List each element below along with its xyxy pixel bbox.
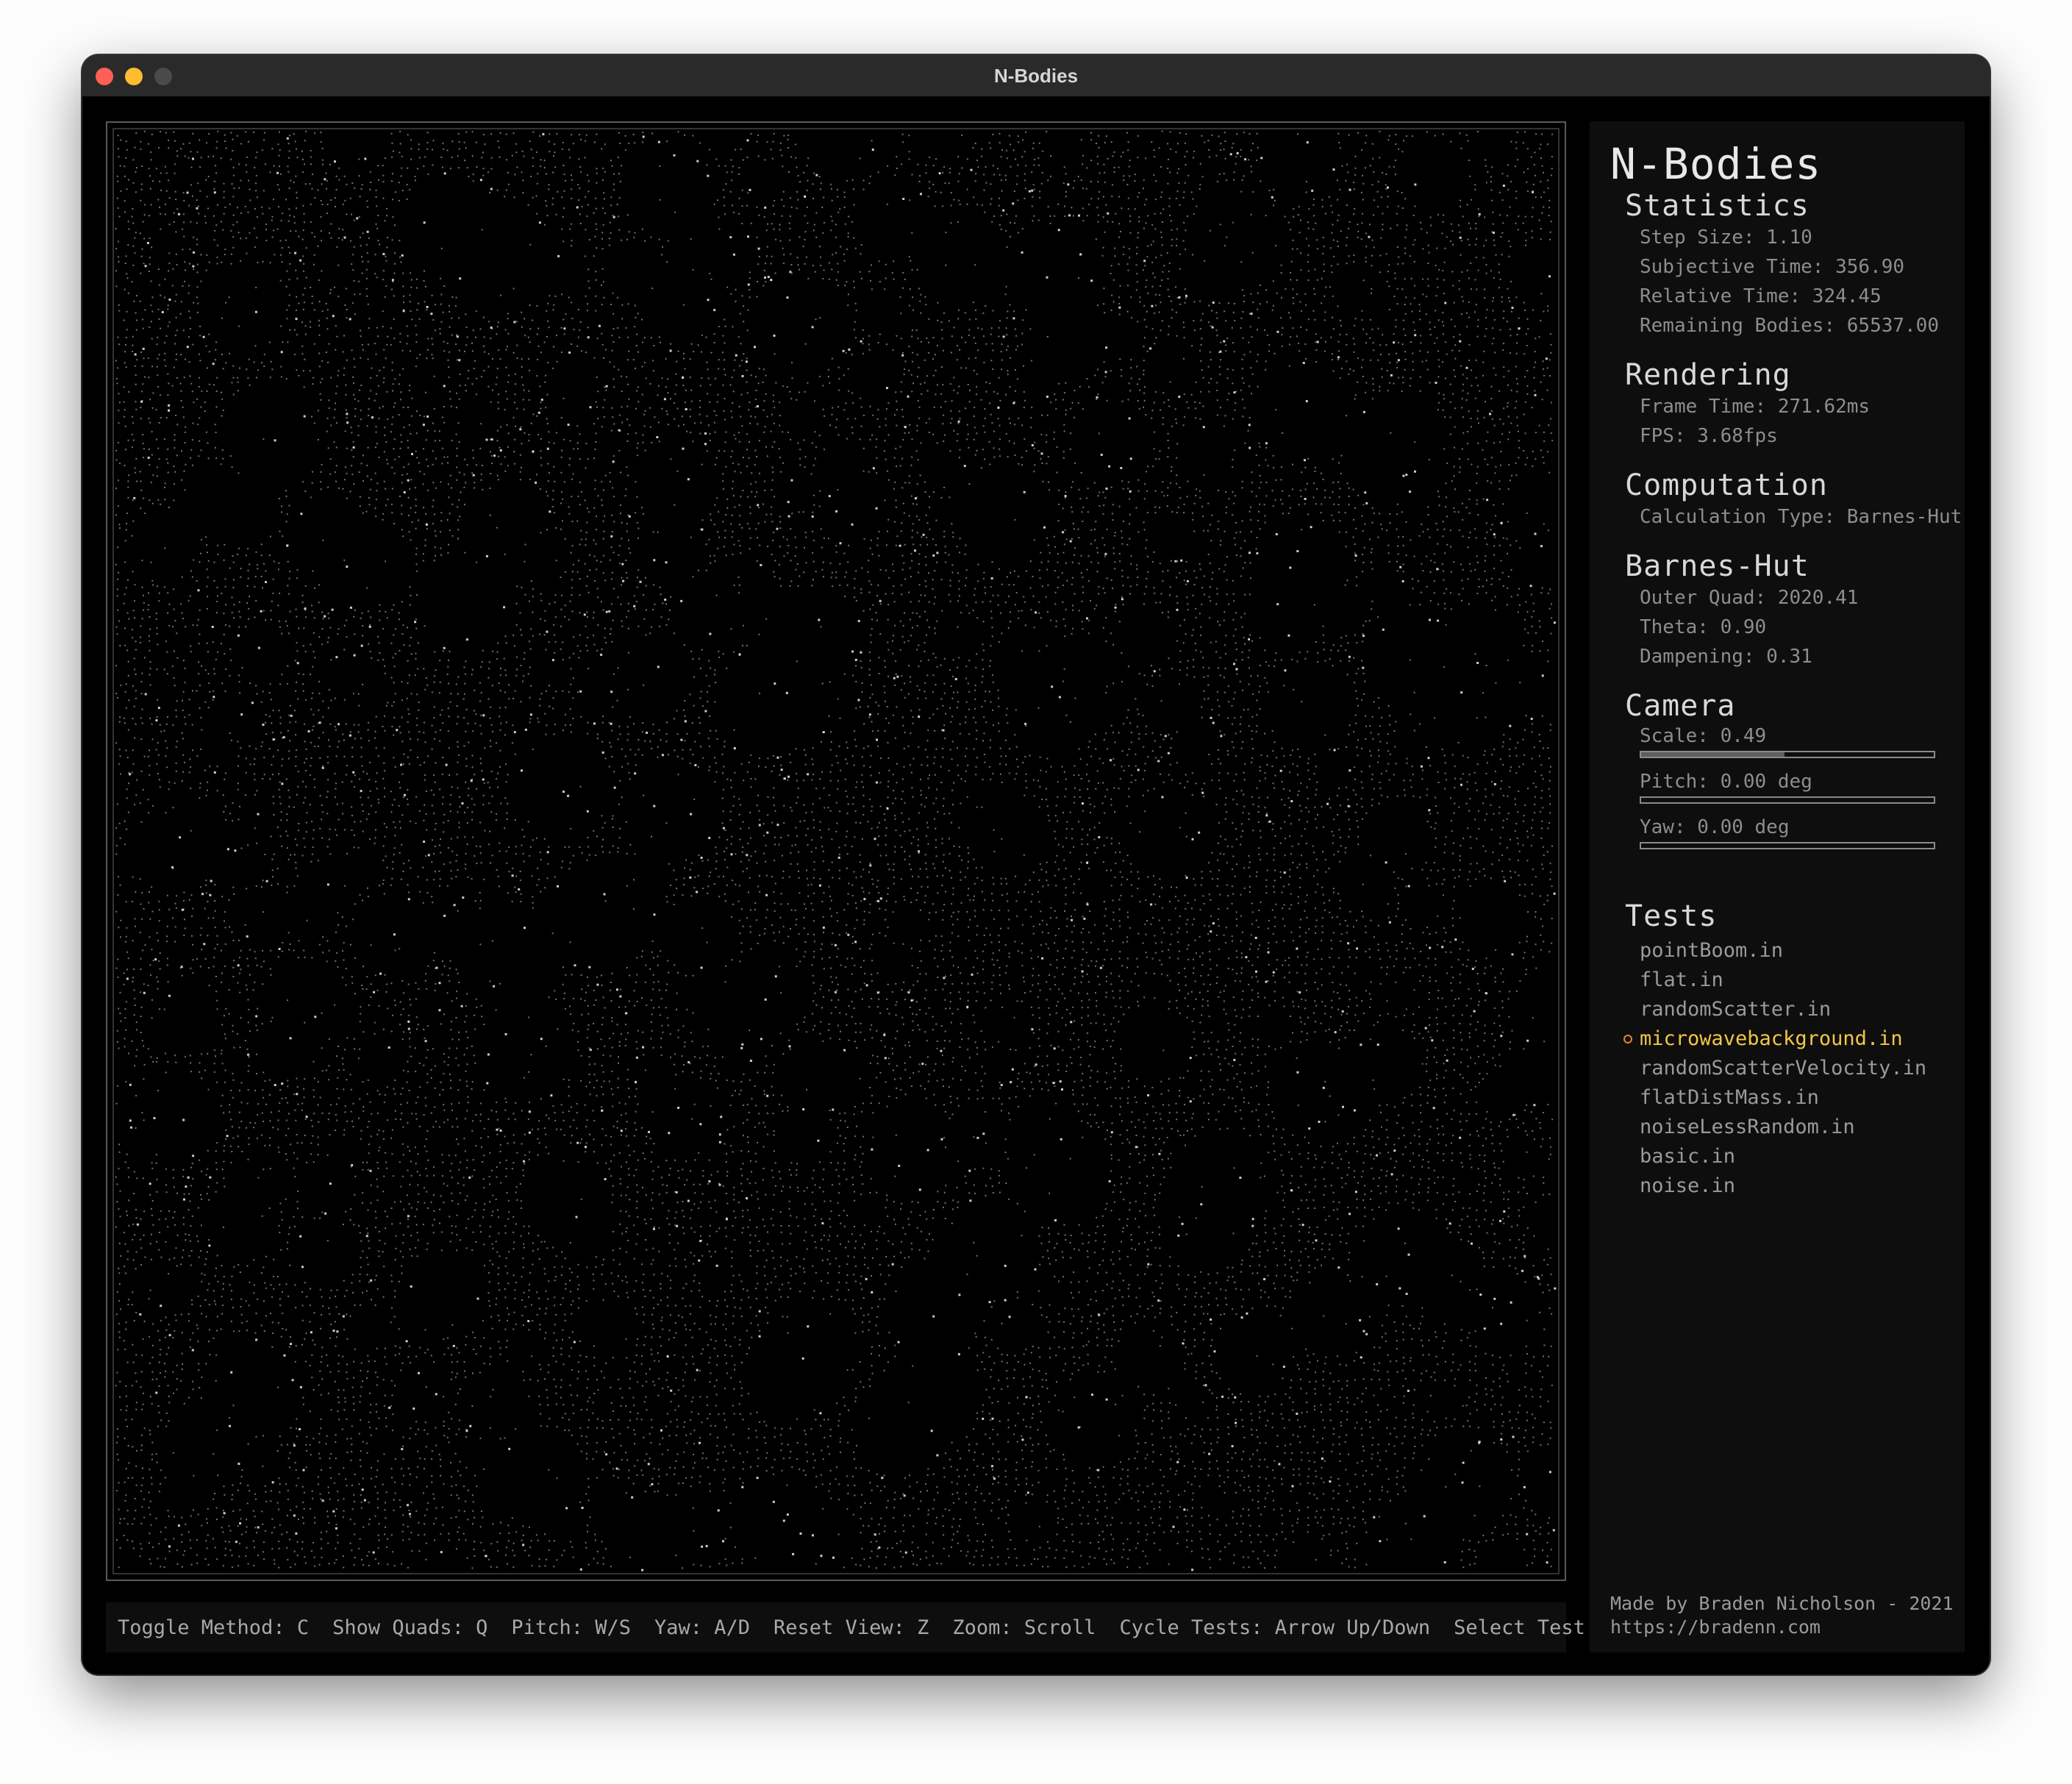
outer-quad-stat: Outer Quad: 2020.41 bbox=[1640, 587, 1859, 609]
frame-time-stat: Frame Time: 271.62ms bbox=[1640, 396, 1871, 418]
selected-marker-icon bbox=[1623, 1035, 1632, 1043]
scale-slider[interactable] bbox=[1640, 751, 1935, 758]
particle-field bbox=[112, 128, 1560, 1574]
rendering-heading: Rendering bbox=[1625, 358, 1791, 392]
camera-heading: Camera bbox=[1625, 689, 1736, 723]
dampening-stat: Dampening: 0.31 bbox=[1640, 646, 1812, 668]
calculation-type-stat: Calculation Type: Barnes-Hut bbox=[1640, 506, 1962, 528]
hotkey-reset-view: Reset View: Z bbox=[774, 1616, 929, 1639]
remaining-bodies-stat: Remaining Bodies: 65537.00 bbox=[1640, 315, 1939, 337]
bright-particles bbox=[126, 133, 1557, 1571]
title-bar[interactable]: N-Bodies bbox=[82, 55, 1990, 96]
hotkey-yaw: Yaw: A/D bbox=[654, 1616, 751, 1639]
test-item[interactable]: randomScatter.in bbox=[1640, 995, 1948, 1024]
hotkey-toggle-method: Toggle Method: C bbox=[118, 1616, 310, 1639]
step-size-stat: Step Size: 1.10 bbox=[1640, 226, 1812, 249]
subjective-time-stat: Subjective Time: 356.90 bbox=[1640, 256, 1905, 278]
credits-author: Made by Braden Nicholson - 2021 bbox=[1610, 1593, 1954, 1614]
app-window: N-Bodies Toggle Method: C Show Quads: Q … bbox=[82, 55, 1990, 1674]
scale-label: Scale: 0.49 bbox=[1640, 725, 1767, 747]
pitch-slider[interactable] bbox=[1640, 796, 1935, 804]
barnes-hut-heading: Barnes-Hut bbox=[1625, 549, 1810, 583]
hotkey-cycle-tests: Cycle Tests: Arrow Up/Down bbox=[1119, 1616, 1431, 1639]
test-item[interactable]: flatDistMass.in bbox=[1640, 1083, 1948, 1113]
yaw-label: Yaw: 0.00 deg bbox=[1640, 816, 1790, 838]
barnes-hut-section: Barnes-Hut Outer Quad: 2020.41 Theta: 0.… bbox=[1625, 549, 1948, 671]
scale-slider-group: Scale: 0.49 bbox=[1640, 723, 1948, 758]
scale-slider-fill bbox=[1641, 752, 1785, 757]
yaw-slider-group: Yaw: 0.00 deg bbox=[1640, 814, 1948, 849]
test-item[interactable]: pointBoom.in bbox=[1640, 936, 1948, 966]
hotkey-pitch: Pitch: W/S bbox=[511, 1616, 631, 1639]
side-panel: N-Bodies Statistics Step Size: 1.10 Subj… bbox=[1590, 121, 1965, 1652]
computation-heading: Computation bbox=[1625, 468, 1828, 502]
test-item[interactable]: randomScatterVelocity.in bbox=[1640, 1054, 1948, 1083]
test-item-selected[interactable]: microwavebackground.in bbox=[1623, 1024, 1948, 1054]
tests-section: Tests pointBoom.in flat.in randomScatter… bbox=[1623, 899, 1948, 1201]
particles bbox=[115, 130, 1554, 1569]
test-item[interactable]: noiseLessRandom.in bbox=[1640, 1113, 1948, 1142]
pitch-slider-group: Pitch: 0.00 deg bbox=[1640, 768, 1948, 804]
hotkey-zoom: Zoom: Scroll bbox=[952, 1616, 1096, 1639]
statistics-section: Statistics Step Size: 1.10 Subjective Ti… bbox=[1625, 189, 1948, 340]
pitch-label: Pitch: 0.00 deg bbox=[1640, 771, 1812, 793]
yaw-slider[interactable] bbox=[1640, 842, 1935, 849]
computation-section: Computation Calculation Type: Barnes-Hut bbox=[1625, 468, 1962, 532]
theta-stat: Theta: 0.90 bbox=[1640, 616, 1767, 638]
window-title: N-Bodies bbox=[993, 65, 1079, 87]
outer-quad-boundary bbox=[112, 128, 1560, 1574]
fps-stat: FPS: 3.68fps bbox=[1640, 425, 1778, 447]
test-item[interactable]: noise.in bbox=[1640, 1171, 1948, 1201]
hotkey-bar: Toggle Method: C Show Quads: Q Pitch: W/… bbox=[106, 1602, 1669, 1652]
test-item[interactable]: basic.in bbox=[1640, 1142, 1948, 1171]
hotkey-show-quads: Show Quads: Q bbox=[332, 1616, 488, 1639]
credits: Made by Braden Nicholson - 2021 https://… bbox=[1610, 1592, 1954, 1639]
credits-link[interactable]: https://bradenn.com bbox=[1610, 1616, 1954, 1639]
tests-list: pointBoom.in flat.in randomScatter.in mi… bbox=[1623, 936, 1948, 1201]
simulation-viewport[interactable] bbox=[106, 121, 1566, 1581]
camera-section: Camera Scale: 0.49 Pitch: 0.00 deg Yaw: … bbox=[1625, 689, 1948, 860]
rendering-section: Rendering Frame Time: 271.62ms FPS: 3.68… bbox=[1625, 358, 1948, 451]
test-item[interactable]: flat.in bbox=[1640, 966, 1948, 995]
app-title: N-Bodies bbox=[1610, 139, 1822, 189]
statistics-heading: Statistics bbox=[1625, 189, 1810, 223]
tests-heading: Tests bbox=[1625, 899, 1718, 933]
relative-time-stat: Relative Time: 324.45 bbox=[1640, 285, 1882, 307]
